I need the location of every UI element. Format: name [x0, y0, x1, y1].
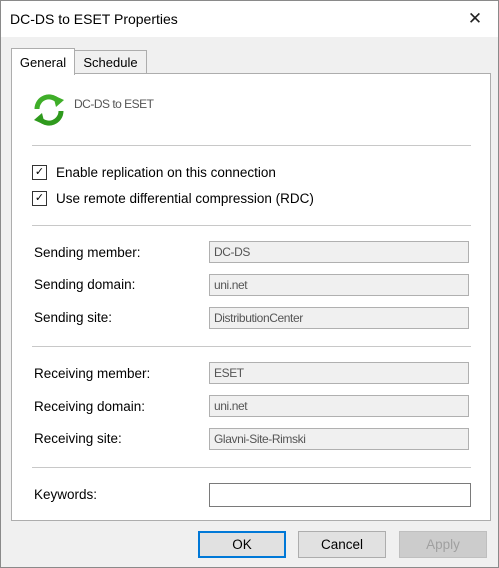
- connection-name: DC-DS to ESET: [74, 97, 154, 111]
- separator: [32, 145, 471, 146]
- sending-domain-field[interactable]: uni.net: [209, 274, 469, 296]
- receiving-member-field[interactable]: ESET: [209, 362, 469, 384]
- use-rdc-checkbox[interactable]: ✓ Use remote differential compression (R…: [32, 189, 314, 207]
- ok-button[interactable]: OK: [198, 531, 286, 558]
- enable-replication-checkbox[interactable]: ✓ Enable replication on this connection: [32, 163, 276, 181]
- general-tab-panel: DC-DS to ESET ✓ Enable replication on th…: [11, 73, 491, 521]
- title-bar: DC-DS to ESET Properties ✕: [1, 1, 498, 37]
- separator: [32, 225, 471, 226]
- tab-schedule[interactable]: Schedule: [74, 50, 147, 73]
- receiving-site-field[interactable]: Glavni-Site-Rimski: [209, 428, 469, 450]
- receiving-site-label: Receiving site:: [34, 431, 122, 446]
- sending-domain-label: Sending domain:: [34, 277, 136, 292]
- keywords-input[interactable]: [209, 483, 471, 507]
- tab-general-label: General: [19, 54, 67, 70]
- checkbox-label: Enable replication on this connection: [56, 164, 276, 180]
- receiving-domain-field[interactable]: uni.net: [209, 395, 469, 417]
- checkbox-box: ✓: [32, 164, 47, 180]
- receiving-member-label: Receiving member:: [34, 366, 151, 381]
- separator: [32, 346, 471, 347]
- sending-member-label: Sending member:: [34, 245, 141, 260]
- tab-schedule-label: Schedule: [83, 54, 138, 70]
- separator: [32, 467, 471, 468]
- checkbox-box: ✓: [32, 190, 47, 206]
- tab-general[interactable]: General: [11, 48, 75, 75]
- close-icon: ✕: [467, 9, 483, 28]
- sending-site-label: Sending site:: [34, 310, 113, 325]
- properties-dialog: DC-DS to ESET Properties ✕ Schedule Gene…: [0, 0, 499, 568]
- window-title: DC-DS to ESET Properties: [10, 11, 178, 27]
- replication-arrows-icon: [34, 94, 64, 126]
- close-button[interactable]: ✕: [452, 1, 498, 37]
- keywords-label: Keywords:: [34, 487, 98, 502]
- sending-site-field[interactable]: DistributionCenter: [209, 307, 469, 329]
- checkbox-label: Use remote differential compression (RDC…: [56, 190, 314, 206]
- apply-button[interactable]: Apply: [399, 531, 487, 558]
- receiving-domain-label: Receiving domain:: [34, 399, 146, 414]
- sending-member-field[interactable]: DC-DS: [209, 241, 469, 263]
- cancel-button[interactable]: Cancel: [298, 531, 386, 558]
